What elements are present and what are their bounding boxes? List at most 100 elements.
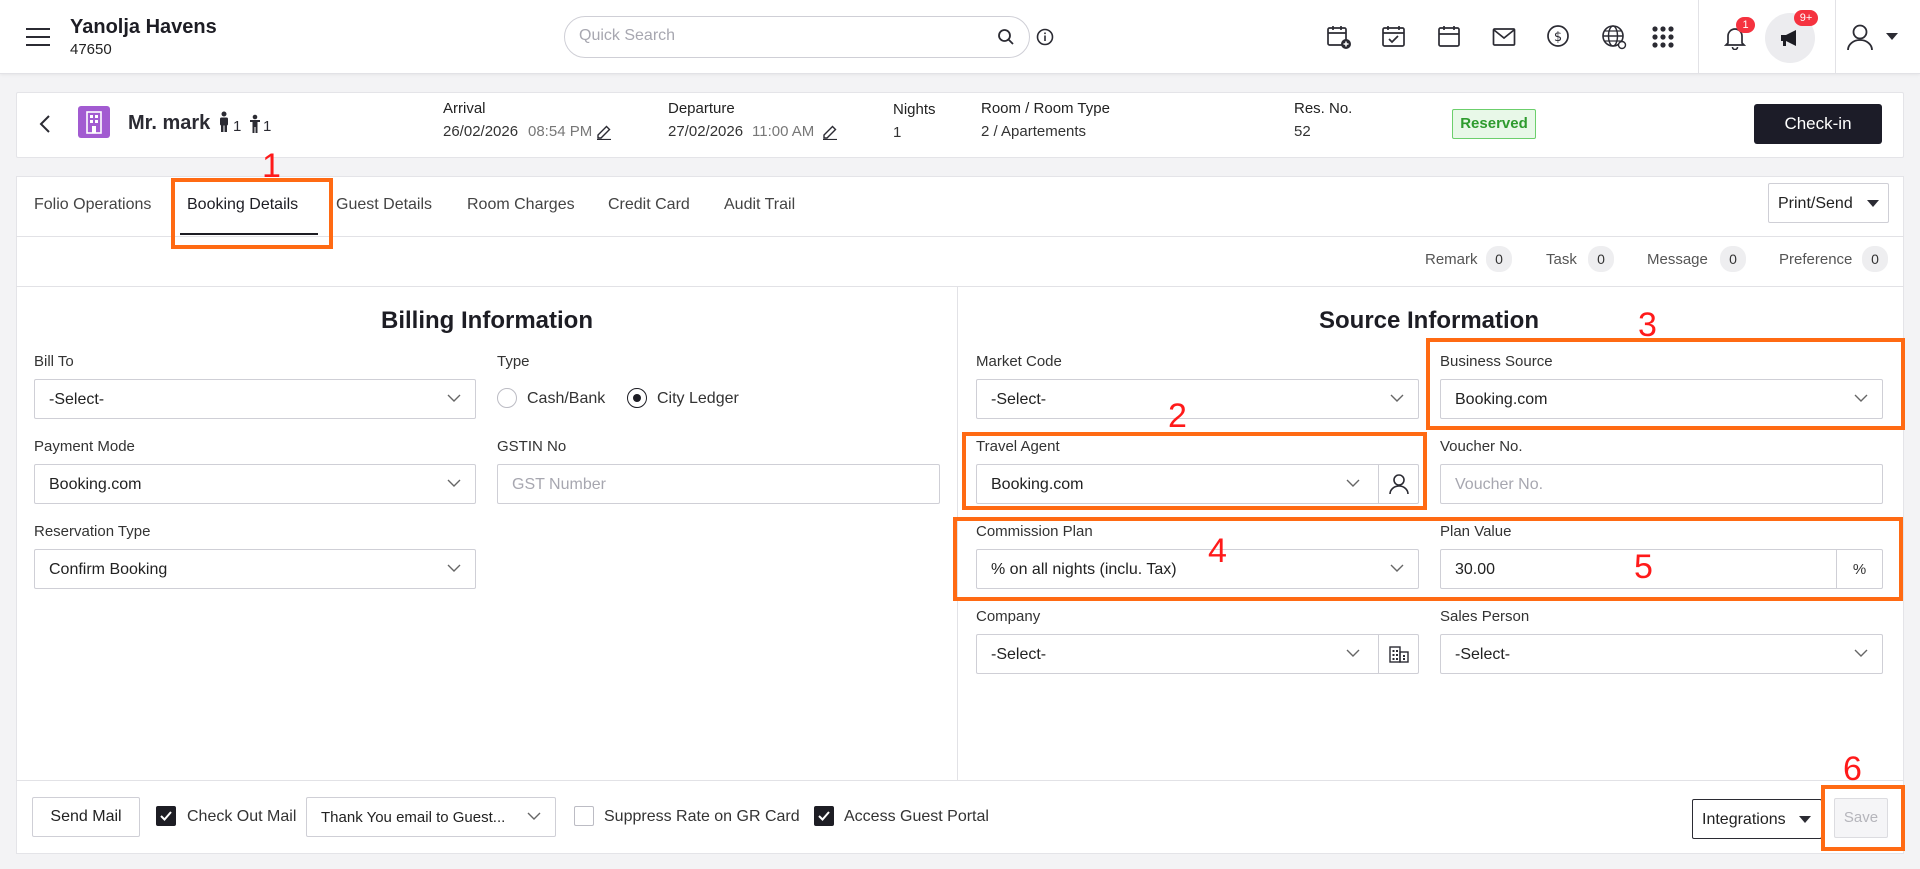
gstin-placeholder: GST Number bbox=[512, 476, 606, 493]
annotation-number-3: 3 bbox=[1638, 306, 1657, 344]
sales-person-select[interactable]: -Select- bbox=[1440, 634, 1883, 674]
quick-search[interactable] bbox=[564, 16, 1030, 58]
check-out-mail-label[interactable]: Check Out Mail bbox=[187, 808, 296, 826]
remark-count[interactable]: 0 bbox=[1486, 246, 1512, 272]
type-label: Type bbox=[497, 353, 530, 370]
tab-room-charges[interactable]: Room Charges bbox=[467, 196, 575, 214]
billing-title: Billing Information bbox=[381, 307, 593, 334]
integrations-label: Integrations bbox=[1702, 811, 1786, 828]
checkmark-icon bbox=[160, 811, 172, 821]
print-send-label: Print/Send bbox=[1778, 195, 1853, 212]
sales-person-value: -Select- bbox=[1455, 646, 1511, 663]
tab-guest-details[interactable]: Guest Details bbox=[336, 196, 432, 214]
cash-bank-label[interactable]: Cash/Bank bbox=[527, 390, 605, 408]
city-ledger-label[interactable]: City Ledger bbox=[657, 390, 739, 408]
chevron-down-icon bbox=[447, 394, 461, 403]
payment-mode-value: Booking.com bbox=[49, 476, 142, 493]
topbar-divider bbox=[1698, 0, 1699, 74]
highlight-commission-plan bbox=[953, 517, 1903, 601]
bill-to-value: -Select- bbox=[49, 391, 105, 408]
hotel-id: 47650 bbox=[70, 41, 112, 58]
voucher-label: Voucher No. bbox=[1440, 438, 1523, 455]
calendar-check-icon[interactable] bbox=[1381, 24, 1407, 50]
edit-arrival-icon[interactable] bbox=[596, 124, 612, 140]
preference-count[interactable]: 0 bbox=[1862, 246, 1888, 272]
email-template-select[interactable]: Thank You email to Guest... bbox=[306, 797, 556, 837]
highlight-travel-agent bbox=[962, 432, 1427, 510]
message-label[interactable]: Message bbox=[1647, 251, 1708, 268]
room-type-label: Room / Room Type bbox=[981, 100, 1110, 117]
user-avatar-icon[interactable] bbox=[1846, 23, 1874, 51]
gstin-input[interactable]: GST Number bbox=[497, 464, 940, 504]
bill-to-select[interactable]: -Select- bbox=[34, 379, 476, 419]
suppress-rate-checkbox[interactable] bbox=[574, 806, 594, 826]
announcement-badge: 9+ bbox=[1794, 10, 1818, 26]
chevron-down-icon bbox=[1390, 394, 1404, 403]
integrations-button[interactable]: Integrations bbox=[1692, 799, 1822, 839]
company-select[interactable]: -Select- bbox=[976, 634, 1419, 674]
send-mail-button[interactable]: Send Mail bbox=[32, 797, 140, 837]
payment-mode-select[interactable]: Booking.com bbox=[34, 464, 476, 504]
arrival-date: 26/02/2026 bbox=[443, 123, 519, 140]
highlight-booking-details bbox=[171, 178, 333, 249]
apps-grid-icon[interactable] bbox=[1652, 26, 1674, 48]
hotel-building-icon bbox=[78, 106, 110, 138]
preference-label[interactable]: Preference bbox=[1779, 251, 1852, 268]
footer-divider bbox=[16, 780, 1904, 781]
user-menu-caret-icon[interactable] bbox=[1886, 33, 1898, 41]
voucher-input[interactable]: Voucher No. bbox=[1440, 464, 1883, 504]
tab-credit-card[interactable]: Credit Card bbox=[608, 196, 690, 214]
access-guest-portal-label[interactable]: Access Guest Portal bbox=[844, 808, 989, 826]
print-send-button[interactable]: Print/Send bbox=[1768, 183, 1889, 223]
departure-label: Departure bbox=[668, 100, 735, 117]
task-label[interactable]: Task bbox=[1546, 251, 1577, 268]
market-code-select[interactable]: -Select- bbox=[976, 379, 1419, 419]
adult-count: 1 bbox=[233, 118, 242, 135]
message-count[interactable]: 0 bbox=[1720, 246, 1746, 272]
mail-icon[interactable] bbox=[1492, 27, 1516, 47]
calendar-icon[interactable] bbox=[1437, 24, 1461, 50]
nights-label: Nights bbox=[893, 101, 936, 118]
check-in-button[interactable]: Check-in bbox=[1754, 104, 1882, 144]
annotation-number-4: 4 bbox=[1208, 532, 1227, 570]
annotation-number-5: 5 bbox=[1634, 548, 1653, 586]
megaphone-icon[interactable] bbox=[1779, 28, 1801, 48]
company-building-icon[interactable] bbox=[1378, 635, 1418, 673]
city-ledger-radio[interactable] bbox=[627, 388, 647, 408]
sales-person-label: Sales Person bbox=[1440, 608, 1530, 625]
child-count: 1 bbox=[263, 118, 272, 135]
hotel-name: Yanolja Havens bbox=[70, 16, 217, 38]
counters-divider bbox=[16, 286, 1904, 287]
market-code-label: Market Code bbox=[976, 353, 1062, 370]
dropdown-caret-icon bbox=[1867, 200, 1879, 208]
suppress-rate-label[interactable]: Suppress Rate on GR Card bbox=[604, 808, 800, 826]
dollar-icon[interactable]: $ bbox=[1546, 24, 1570, 48]
check-out-mail-checkbox[interactable] bbox=[156, 806, 176, 826]
search-input[interactable] bbox=[579, 27, 979, 45]
cash-bank-radio[interactable] bbox=[497, 388, 517, 408]
search-icon[interactable] bbox=[997, 28, 1015, 46]
back-arrow-icon[interactable] bbox=[38, 114, 52, 134]
status-badge: Reserved bbox=[1452, 109, 1536, 139]
payment-mode-label: Payment Mode bbox=[34, 438, 135, 455]
globe-icon[interactable] bbox=[1601, 24, 1627, 50]
task-count[interactable]: 0 bbox=[1588, 246, 1614, 272]
main-panel bbox=[16, 176, 1904, 854]
edit-departure-icon[interactable] bbox=[822, 124, 838, 140]
add-booking-calendar-icon[interactable] bbox=[1326, 24, 1352, 50]
market-code-value: -Select- bbox=[991, 391, 1047, 408]
arrival-label: Arrival bbox=[443, 100, 486, 117]
tab-audit-trail[interactable]: Audit Trail bbox=[724, 196, 795, 214]
access-guest-portal-checkbox[interactable] bbox=[814, 806, 834, 826]
reservation-type-select[interactable]: Confirm Booking bbox=[34, 549, 476, 589]
menu-icon[interactable] bbox=[26, 28, 50, 46]
info-icon[interactable] bbox=[1036, 28, 1054, 46]
departure-date: 27/02/2026 bbox=[668, 123, 744, 140]
topbar-divider-2 bbox=[1835, 0, 1836, 74]
tab-folio-operations[interactable]: Folio Operations bbox=[34, 196, 151, 214]
source-title: Source Information bbox=[1318, 307, 1540, 334]
annotation-number-1: 1 bbox=[262, 147, 281, 185]
remark-label[interactable]: Remark bbox=[1425, 251, 1478, 268]
res-no-label: Res. No. bbox=[1294, 100, 1353, 117]
nights-value: 1 bbox=[893, 124, 902, 141]
